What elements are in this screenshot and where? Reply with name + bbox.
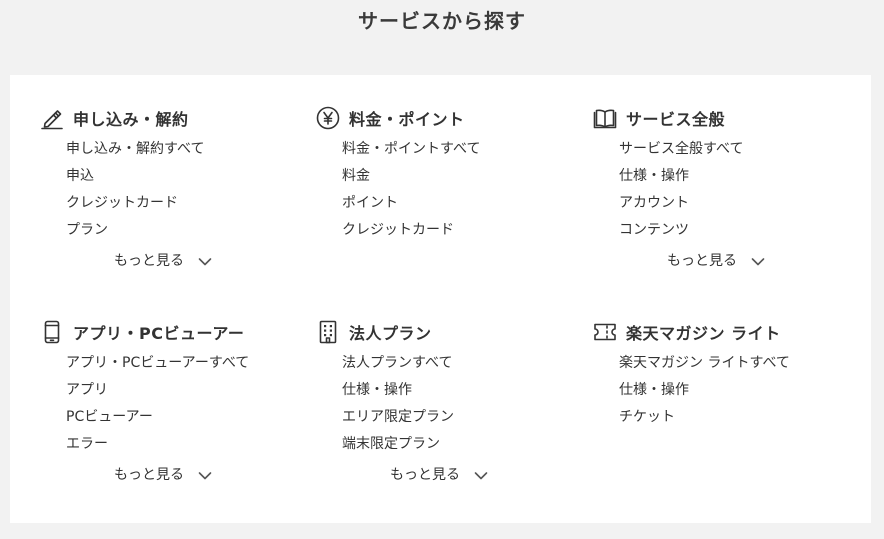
category-application-cancellation: 申し込み・解約 申し込み・解約すべて 申込 クレジットカード プラン もっと見る <box>40 105 300 295</box>
category-header[interactable]: アプリ・PCビューアー <box>40 319 244 345</box>
show-more-button[interactable]: もっと見る <box>114 464 212 484</box>
category-title: 申し込み・解約 <box>73 110 189 129</box>
category-header[interactable]: 楽天マガジン ライト <box>593 319 781 345</box>
category-title: 料金・ポイント <box>349 110 465 129</box>
show-more-label: もっと見る <box>667 253 737 269</box>
category-header[interactable]: 申し込み・解約 <box>40 105 189 131</box>
yen-coin-icon <box>316 106 340 130</box>
show-more-button[interactable]: もっと見る <box>390 464 488 484</box>
chevron-down-icon <box>474 469 488 480</box>
category-link[interactable]: クレジットカード <box>342 217 480 244</box>
category-link-list: 申し込み・解約すべて 申込 クレジットカード プラン <box>66 136 204 244</box>
service-category-panel: 申し込み・解約 申し込み・解約すべて 申込 クレジットカード プラン もっと見る <box>10 75 871 523</box>
category-link[interactable]: 端末限定プラン <box>342 431 454 458</box>
chevron-down-icon <box>198 469 212 480</box>
category-link-list: 楽天マガジン ライトすべて 仕様・操作 チケット <box>619 350 790 431</box>
category-link[interactable]: 料金・ポイントすべて <box>342 136 480 163</box>
category-link[interactable]: プラン <box>66 217 204 244</box>
category-link[interactable]: 申込 <box>66 163 204 190</box>
pencil-icon <box>40 106 64 130</box>
category-link[interactable]: 仕様・操作 <box>342 377 454 404</box>
category-link[interactable]: クレジットカード <box>66 190 204 217</box>
category-link[interactable]: 仕様・操作 <box>619 163 743 190</box>
category-link[interactable]: 法人プランすべて <box>342 350 454 377</box>
open-book-icon <box>593 106 617 130</box>
category-title: サービス全般 <box>626 110 726 129</box>
category-link-list: サービス全般すべて 仕様・操作 アカウント コンテンツ <box>619 136 743 244</box>
category-link-list: アプリ・PCビューアーすべて アプリ PCビューアー エラー <box>66 350 249 458</box>
show-more-button[interactable]: もっと見る <box>667 250 765 270</box>
page-title: サービスから探す <box>358 9 526 33</box>
category-link-list: 料金・ポイントすべて 料金 ポイント クレジットカード <box>342 136 480 244</box>
category-header[interactable]: 料金・ポイント <box>316 105 465 131</box>
category-link[interactable]: チケット <box>619 404 790 431</box>
category-title: 法人プラン <box>349 324 432 343</box>
show-more-label: もっと見る <box>390 467 460 483</box>
smartphone-icon <box>40 320 64 344</box>
category-app-pc-viewer: アプリ・PCビューアー アプリ・PCビューアーすべて アプリ PCビューアー エ… <box>40 319 300 509</box>
category-link[interactable]: エラー <box>66 431 249 458</box>
office-building-icon <box>316 320 340 344</box>
category-link[interactable]: サービス全般すべて <box>619 136 743 163</box>
ticket-icon <box>593 320 617 344</box>
category-link[interactable]: 楽天マガジン ライトすべて <box>619 350 790 377</box>
category-link[interactable]: コンテンツ <box>619 217 743 244</box>
show-more-button[interactable]: もっと見る <box>114 250 212 270</box>
chevron-down-icon <box>751 255 765 266</box>
category-link[interactable]: アカウント <box>619 190 743 217</box>
category-link[interactable]: アプリ・PCビューアーすべて <box>66 350 249 377</box>
show-more-label: もっと見る <box>114 467 184 483</box>
category-link[interactable]: 仕様・操作 <box>619 377 790 404</box>
category-link[interactable]: 申し込み・解約すべて <box>66 136 204 163</box>
chevron-down-icon <box>198 255 212 266</box>
show-more-label: もっと見る <box>114 253 184 269</box>
category-link[interactable]: ポイント <box>342 190 480 217</box>
category-fees-points: 料金・ポイント 料金・ポイントすべて 料金 ポイント クレジットカード <box>316 105 576 295</box>
category-title: アプリ・PCビューアー <box>73 324 245 343</box>
category-header[interactable]: 法人プラン <box>316 319 432 345</box>
category-link-list: 法人プランすべて 仕様・操作 エリア限定プラン 端末限定プラン <box>342 350 454 458</box>
category-header[interactable]: サービス全般 <box>593 105 725 131</box>
category-rakuten-magazine-lite: 楽天マガジン ライト 楽天マガジン ライトすべて 仕様・操作 チケット <box>593 319 853 509</box>
category-title: 楽天マガジン ライト <box>626 324 781 343</box>
category-link[interactable]: アプリ <box>66 377 249 404</box>
category-general-service: サービス全般 サービス全般すべて 仕様・操作 アカウント コンテンツ もっと見る <box>593 105 853 295</box>
category-link[interactable]: エリア限定プラン <box>342 404 454 431</box>
category-corporate-plan: 法人プラン 法人プランすべて 仕様・操作 エリア限定プラン 端末限定プラン もっ… <box>316 319 576 509</box>
category-link[interactable]: PCビューアー <box>66 404 249 431</box>
category-link[interactable]: 料金 <box>342 163 480 190</box>
